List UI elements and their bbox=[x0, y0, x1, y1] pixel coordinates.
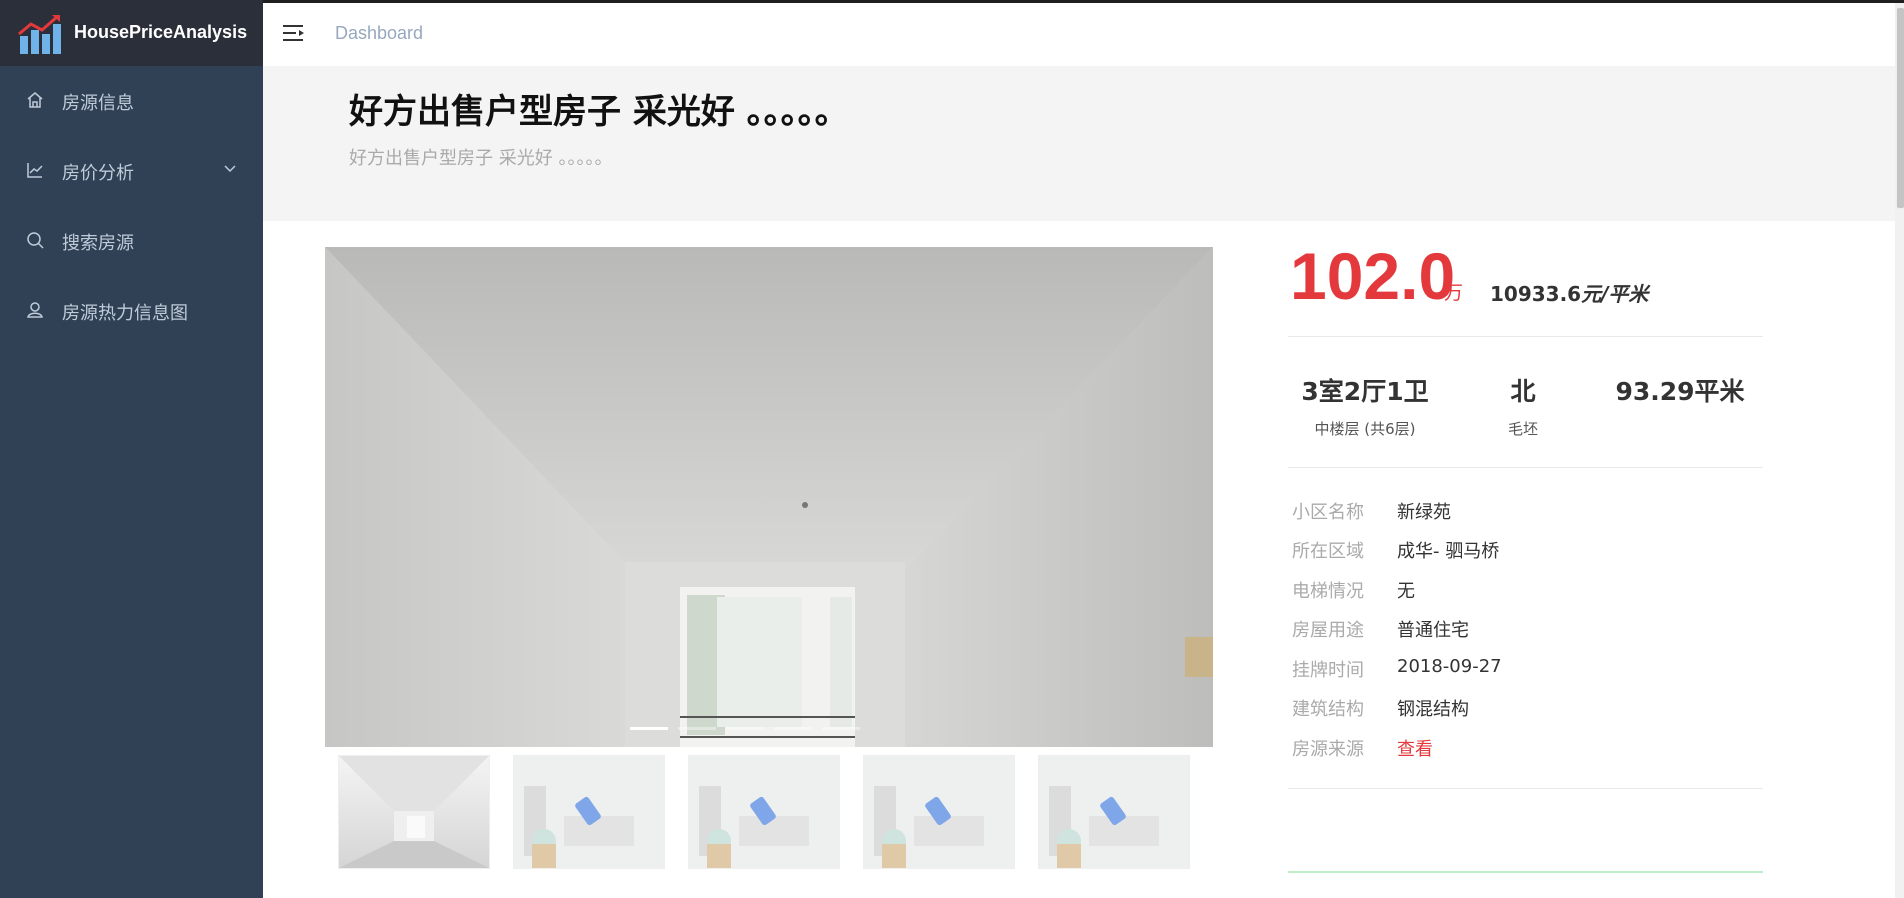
spec-orientation: 北 毛坯 bbox=[1483, 372, 1563, 439]
brand-bar[interactable]: HousePriceAnalysis bbox=[0, 0, 263, 66]
carousel-dot[interactable] bbox=[726, 727, 764, 730]
room-thumbnail-image bbox=[339, 756, 489, 868]
gallery-thumbnail[interactable] bbox=[338, 755, 490, 869]
carousel-dot[interactable] bbox=[630, 727, 668, 730]
scrollbar-thumb[interactable] bbox=[1896, 7, 1904, 209]
listing-title: 好方出售户型房子 采光好 。。。。。 bbox=[349, 92, 849, 132]
sidebar-item-heatmap[interactable]: 房源热力信息图 bbox=[0, 283, 263, 339]
source-link[interactable]: 查看 bbox=[1397, 735, 1433, 761]
main-photo-carousel[interactable] bbox=[325, 247, 1213, 747]
spec-orientation-value: 北 bbox=[1510, 377, 1536, 406]
carousel-dot[interactable] bbox=[822, 727, 860, 730]
sidebar-item-label: 房源热力信息图 bbox=[62, 303, 188, 324]
spec-layout-floor: 中楼层 (共6层) bbox=[1314, 420, 1416, 438]
detail-key: 房源来源 bbox=[1292, 739, 1364, 760]
chevron-down-icon bbox=[224, 165, 236, 173]
placeholder-image bbox=[1039, 756, 1189, 868]
home-icon bbox=[27, 92, 43, 108]
detail-key: 建筑结构 bbox=[1292, 699, 1364, 720]
line-chart-icon bbox=[27, 163, 43, 178]
carousel-dot[interactable] bbox=[774, 727, 812, 730]
map-user-icon bbox=[27, 302, 43, 318]
detail-key: 所在区域 bbox=[1292, 541, 1364, 562]
sidebar-item-label: 房源信息 bbox=[62, 93, 134, 114]
total-price: 102.0 bbox=[1290, 239, 1456, 313]
spec-layout-value: 3室2厅1卫 bbox=[1301, 377, 1429, 406]
detail-value: 2018-09-27 bbox=[1397, 656, 1502, 677]
unit-price-unit: 元/平米 bbox=[1581, 282, 1649, 306]
sidebar-item-search[interactable]: 搜索房源 bbox=[0, 213, 263, 269]
placeholder-image bbox=[689, 756, 839, 868]
detail-value: 钢混结构 bbox=[1397, 699, 1469, 720]
divider bbox=[1288, 336, 1763, 337]
divider bbox=[1288, 467, 1763, 468]
gallery-thumbnail[interactable] bbox=[688, 755, 840, 869]
spec-area: 93.29平米 bbox=[1610, 372, 1750, 408]
page-scrollbar[interactable] bbox=[1895, 3, 1904, 898]
app-name: HousePriceAnalysis bbox=[74, 22, 248, 42]
top-navbar: Dashboard bbox=[263, 3, 1904, 67]
room-photo bbox=[325, 247, 1213, 747]
sidebar-item-label: 搜索房源 bbox=[62, 233, 134, 254]
gallery-thumbnail[interactable] bbox=[1038, 755, 1190, 869]
breadcrumb[interactable]: Dashboard bbox=[335, 23, 423, 44]
sidebar-item-price-analysis[interactable]: 房价分析 bbox=[0, 143, 263, 199]
spec-layout: 3室2厅1卫 中楼层 (共6层) bbox=[1300, 372, 1430, 439]
unit-price-value: 10933.6 bbox=[1490, 282, 1582, 306]
detail-key: 电梯情况 bbox=[1292, 581, 1364, 602]
gallery-thumbnail[interactable] bbox=[863, 755, 1015, 869]
sidebar: HousePriceAnalysis 房源信息 房价分析 搜索房源 房源热力信息… bbox=[0, 0, 263, 898]
house-price-logo-icon bbox=[18, 14, 61, 54]
listing-subtitle: 好方出售户型房子 采光好 。。。。。 bbox=[349, 148, 613, 169]
detail-key: 小区名称 bbox=[1292, 502, 1364, 523]
placeholder-image bbox=[514, 756, 664, 868]
listing-title-band: 好方出售户型房子 采光好 。。。。。 好方出售户型房子 采光好 。。。。。 bbox=[263, 66, 1895, 221]
menu-fold-icon[interactable] bbox=[283, 23, 305, 43]
detail-value: 新绿苑 bbox=[1397, 502, 1451, 523]
spec-decoration: 毛坯 bbox=[1507, 420, 1538, 438]
green-divider bbox=[1288, 871, 1763, 873]
divider bbox=[1288, 788, 1763, 789]
sidebar-item-house-info[interactable]: 房源信息 bbox=[0, 73, 263, 129]
detail-value: 无 bbox=[1397, 581, 1415, 602]
search-icon bbox=[27, 232, 44, 249]
total-price-unit: 万 bbox=[1444, 282, 1464, 304]
detail-key: 房屋用途 bbox=[1292, 620, 1364, 641]
placeholder-image bbox=[864, 756, 1014, 868]
unit-price: 10933.6元/平米 bbox=[1490, 278, 1648, 307]
sidebar-item-label: 房价分析 bbox=[62, 163, 134, 184]
detail-key: 挂牌时间 bbox=[1292, 660, 1364, 681]
detail-value: 成华- 驷马桥 bbox=[1397, 541, 1500, 562]
spec-area-value: 93.29平米 bbox=[1615, 377, 1745, 406]
detail-value: 普通住宅 bbox=[1397, 620, 1469, 641]
gallery-thumbnail[interactable] bbox=[513, 755, 665, 869]
carousel-dot[interactable] bbox=[678, 727, 716, 730]
